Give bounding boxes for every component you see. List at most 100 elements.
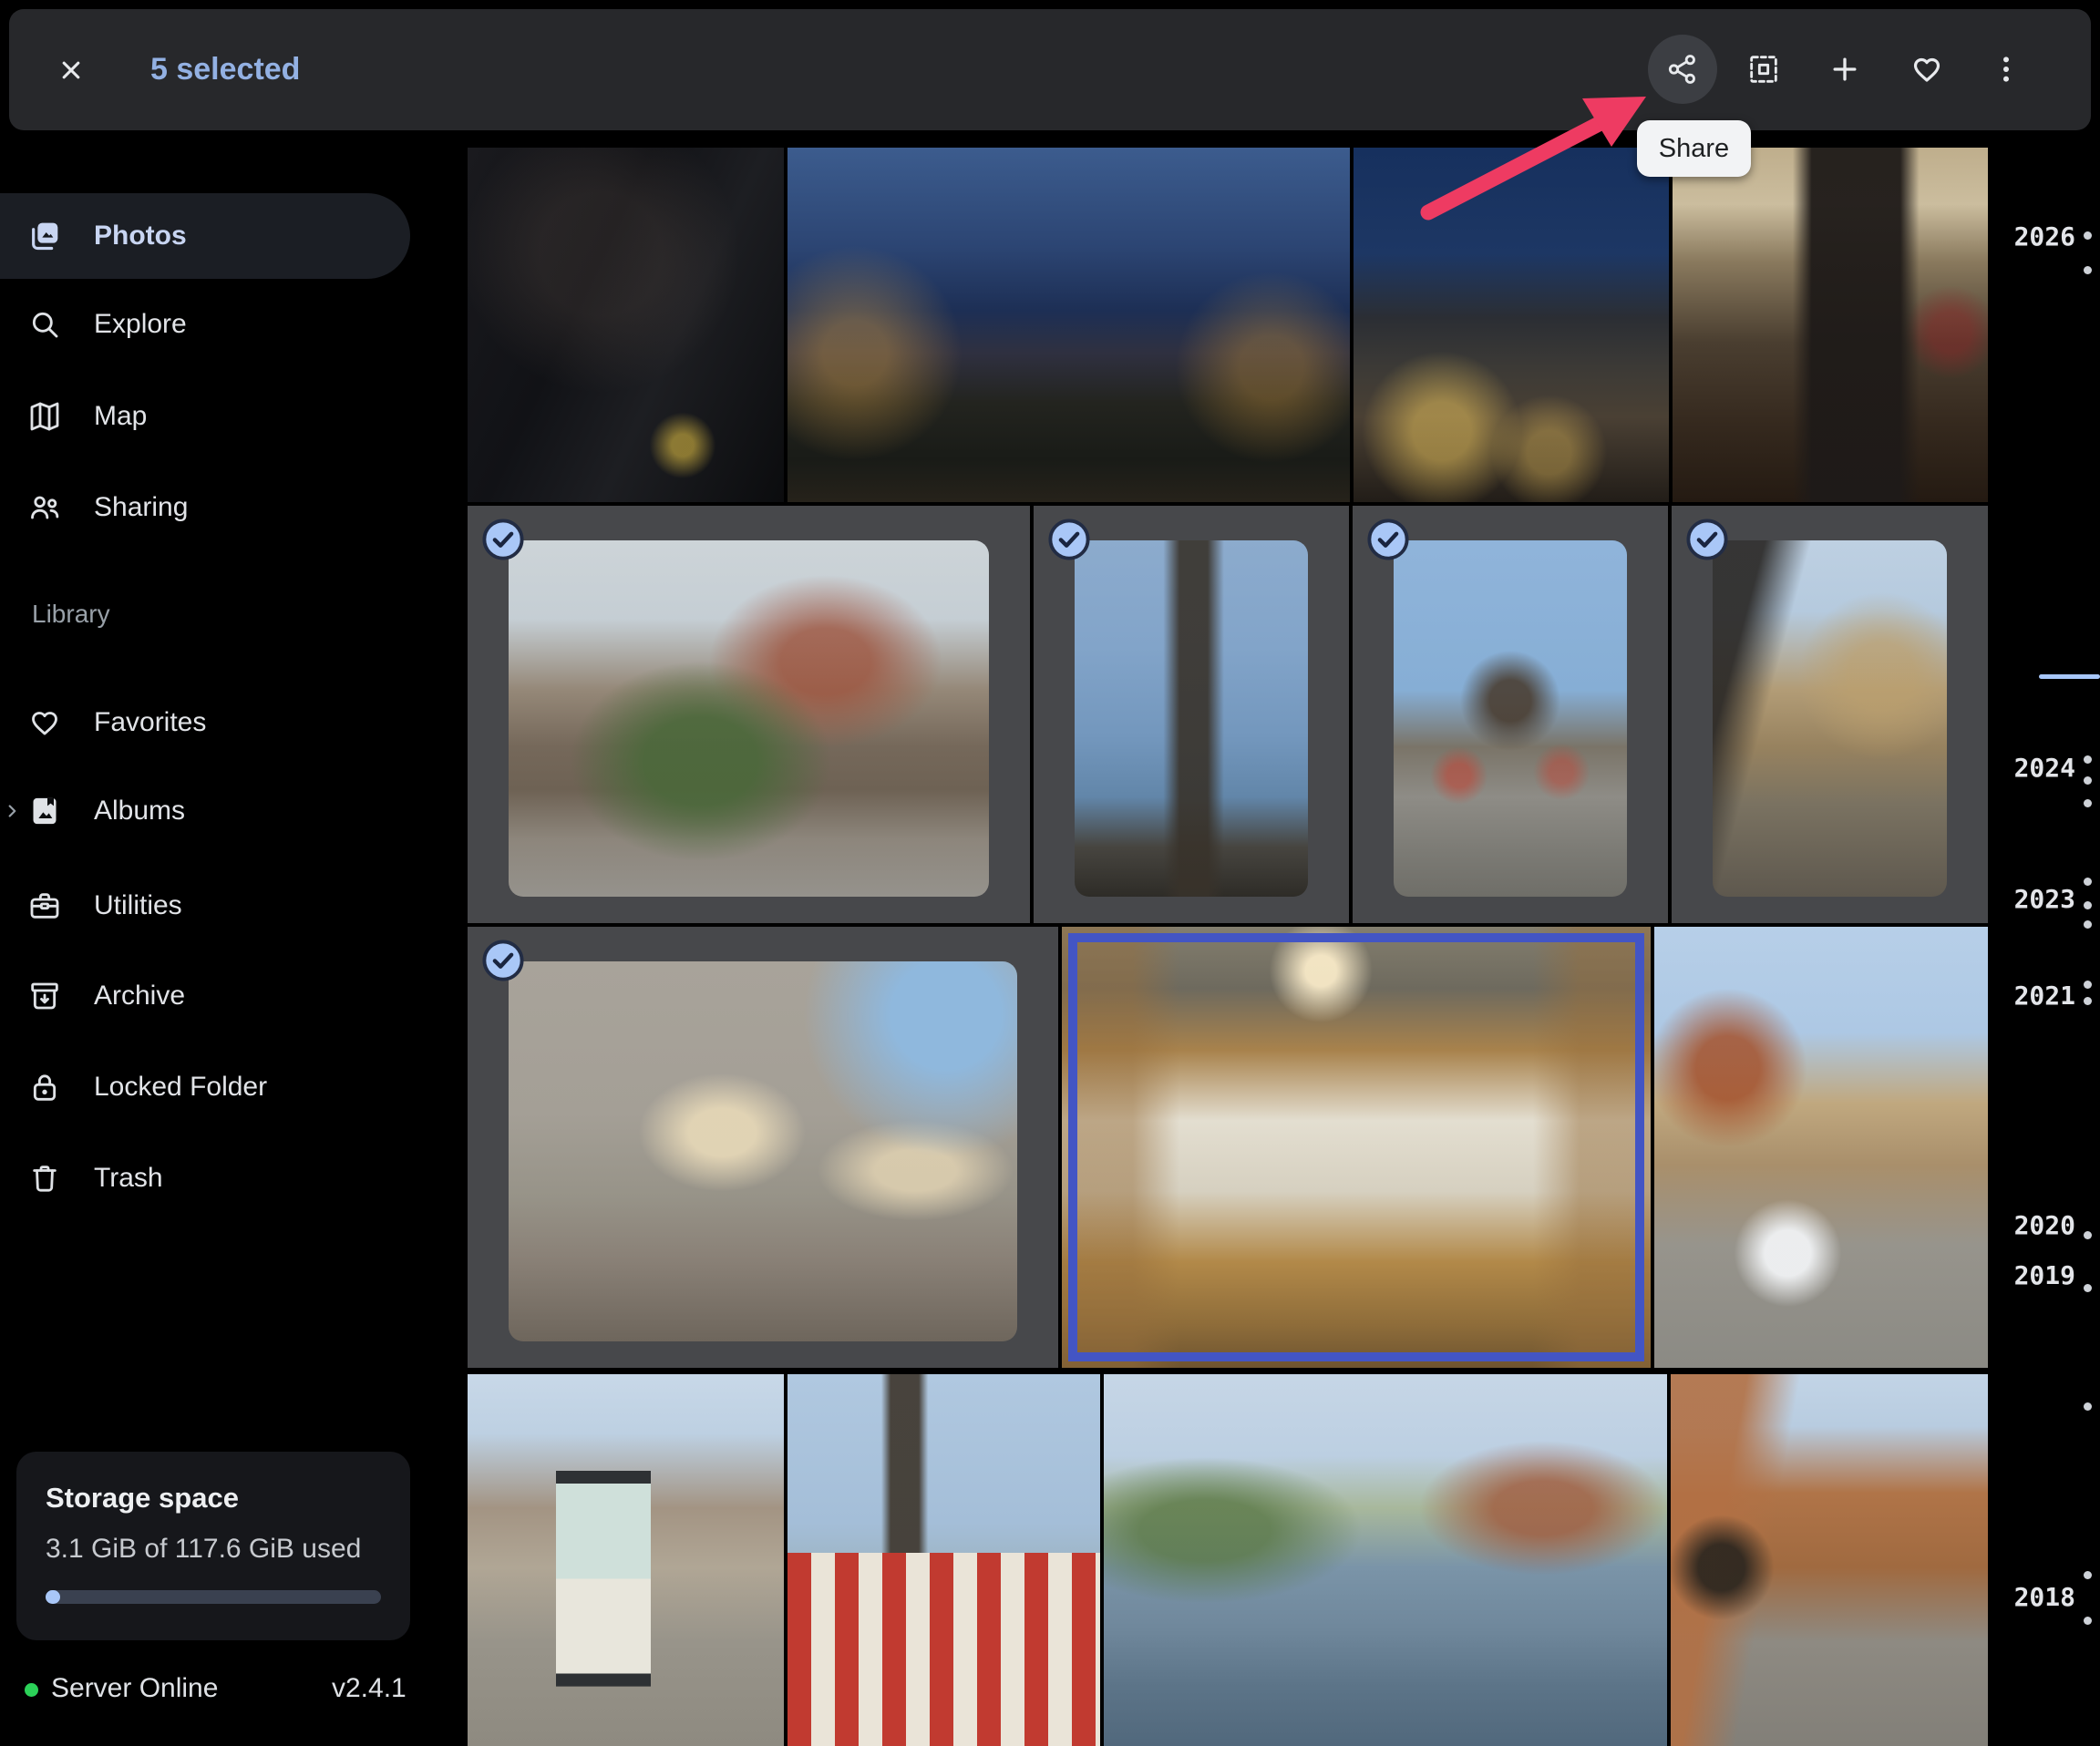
timeline-year-2021[interactable]: 2021 (2014, 983, 2075, 1009)
sidebar-item-label: Map (94, 401, 147, 432)
selected-check-icon[interactable] (482, 940, 524, 981)
sidebar-item-trash[interactable]: Trash (0, 1135, 410, 1221)
timeline-dot-marker (2084, 920, 2092, 929)
sidebar-item-sharing[interactable]: Sharing (0, 465, 410, 550)
archive-icon (26, 978, 63, 1014)
timeline-dot-marker (2084, 1617, 2092, 1625)
photo-grid-row (468, 927, 1988, 1368)
photo-image (788, 148, 1350, 502)
photo-grid-row (468, 506, 1988, 923)
photo-thumbnail-night-market-square[interactable] (1354, 148, 1669, 502)
photo-thumbnail-church-with-twin-spires[interactable] (468, 506, 1030, 923)
selected-check-icon[interactable] (1367, 519, 1409, 560)
close-selection-button[interactable] (40, 45, 102, 96)
sidebar-item-label: Explore (94, 309, 187, 340)
sidebar-item-label: Locked Folder (94, 1072, 267, 1103)
photo-grid-row (468, 1374, 1988, 1746)
timeline-year-2020[interactable]: 2020 (2014, 1213, 2075, 1238)
people-icon (26, 489, 63, 526)
timeline-dot-marker (2084, 1571, 2092, 1579)
sidebar-item-map[interactable]: Map (0, 374, 410, 459)
storage-title: Storage space (46, 1482, 239, 1515)
photo-image (1671, 1374, 1988, 1746)
photo-grid (468, 148, 1988, 1746)
heart-icon (26, 704, 63, 741)
photo-thumbnail-city-map-board[interactable] (468, 1374, 784, 1746)
photo-image (1104, 1374, 1667, 1746)
timeline-dot-marker (2084, 878, 2092, 886)
timeline-scrubber[interactable]: 2026 2024 2023 2021 2020 2019 2018 (1988, 0, 2100, 1746)
trash-icon (26, 1160, 63, 1197)
photo-image (509, 961, 1017, 1341)
sidebar-item-label: Photos (94, 221, 187, 252)
photo-thumbnail-outdoor-cafe-umbrellas[interactable] (468, 927, 1058, 1368)
sidebar-item-explore[interactable]: Explore (0, 282, 410, 367)
photos-icon (26, 218, 63, 254)
library-section-label: Library (32, 600, 110, 629)
albums-icon (26, 793, 63, 829)
timeline-dot-marker (2084, 1231, 2092, 1239)
photo-thumbnail-river-at-dusk[interactable] (788, 148, 1350, 502)
timeline-dot-marker (2084, 901, 2092, 909)
more-options-button[interactable] (1971, 35, 2041, 104)
share-tooltip: Share (1637, 120, 1751, 177)
add-to-album-button[interactable] (1810, 35, 1879, 104)
selected-check-icon[interactable] (1048, 519, 1090, 560)
photo-thumbnail-street-with-statue[interactable] (1671, 1374, 1988, 1746)
timeline-year-2023[interactable]: 2023 (2014, 887, 2075, 912)
sidebar-item-favorites[interactable]: Favorites (0, 680, 410, 765)
photo-image (1062, 927, 1651, 1368)
chevron-right-icon[interactable] (2, 801, 22, 821)
photo-thumbnail-old-town-street[interactable] (1672, 506, 1988, 923)
share-icon (1664, 51, 1701, 87)
select-all-icon (1745, 51, 1782, 87)
sidebar-item-photos[interactable]: Photos (0, 193, 410, 279)
selected-check-icon[interactable] (482, 519, 524, 560)
photo-thumbnail-church-market-square[interactable] (1353, 506, 1668, 923)
share-button[interactable] (1648, 35, 1717, 104)
select-all-button[interactable] (1729, 35, 1798, 104)
timeline-year-2019[interactable]: 2019 (2014, 1263, 2075, 1289)
timeline-dot-marker (2084, 799, 2092, 807)
sidebar-item-utilities[interactable]: Utilities (0, 863, 410, 949)
timeline-dot-marker (2084, 981, 2092, 989)
sidebar-item-label: Archive (94, 981, 185, 1012)
sidebar-item-locked-folder[interactable]: Locked Folder (0, 1044, 410, 1130)
photo-thumbnail-night-balcony-with-tulips[interactable] (468, 148, 784, 502)
timeline-year-2026[interactable]: 2026 (2014, 224, 2075, 250)
photo-thumbnail-river-panorama[interactable] (1104, 1374, 1667, 1746)
search-icon (26, 306, 63, 343)
storage-progress-bar (46, 1590, 381, 1604)
sidebar-item-label: Trash (94, 1163, 163, 1194)
photo-thumbnail-striped-market-stall[interactable] (788, 1374, 1100, 1746)
sidebar-item-albums[interactable]: Albums (0, 768, 410, 854)
favorite-button[interactable] (1892, 35, 1961, 104)
kebab-menu-icon (1988, 51, 2024, 87)
server-online-indicator (25, 1683, 38, 1697)
server-version: v2.4.1 (332, 1673, 407, 1704)
timeline-dot-marker (2084, 755, 2092, 764)
map-icon (26, 398, 63, 435)
sidebar: Photos Explore Map Sharing Library Favor… (0, 0, 419, 1746)
plus-icon (1827, 51, 1863, 87)
photo-thumbnail-gothic-fountain-spire[interactable] (1034, 506, 1349, 923)
photo-grid-row (468, 148, 1988, 502)
sidebar-item-label: Sharing (94, 492, 188, 523)
photo-image (468, 1374, 784, 1746)
sidebar-item-archive[interactable]: Archive (0, 953, 410, 1039)
timeline-position-indicator[interactable] (2039, 674, 2100, 679)
timeline-year-2018[interactable]: 2018 (2014, 1585, 2075, 1610)
timeline-year-2024[interactable]: 2024 (2014, 755, 2075, 781)
photo-image (1075, 540, 1308, 897)
timeline-dot-marker (2084, 776, 2092, 785)
photo-thumbnail-knife-shop-display[interactable] (1062, 927, 1651, 1368)
storage-card: Storage space 3.1 GiB of 117.6 GiB used (16, 1452, 410, 1640)
photo-thumbnail-street-with-tower-and-car[interactable] (1654, 927, 1988, 1368)
lock-icon (26, 1069, 63, 1105)
photo-image (1673, 148, 1989, 502)
photo-image (1654, 927, 1988, 1368)
selected-check-icon[interactable] (1686, 519, 1728, 560)
photo-thumbnail-restaurant-interior[interactable] (1673, 148, 1989, 502)
storage-progress-fill (46, 1590, 60, 1604)
photo-image (1354, 148, 1669, 502)
